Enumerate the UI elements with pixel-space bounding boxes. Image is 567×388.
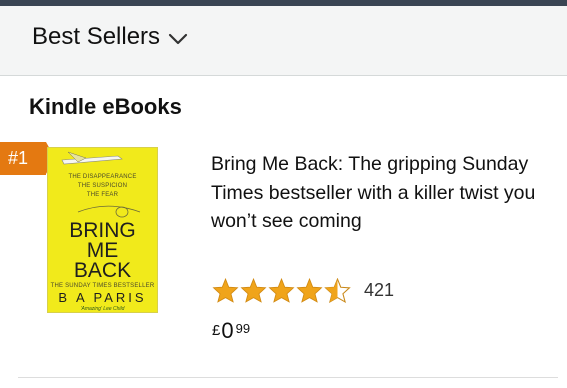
book-title-link[interactable]: Bring Me Back: The gripping Sunday Times… bbox=[211, 150, 541, 236]
cover-tagline: THE DISAPPEARANCE bbox=[68, 174, 137, 180]
divider bbox=[18, 377, 558, 378]
cover-tagline: THE FEAR bbox=[86, 192, 119, 198]
rank-label: #1 bbox=[8, 148, 29, 168]
cover-title-word: BACK bbox=[73, 259, 132, 282]
star-full-icon bbox=[240, 278, 267, 303]
star-full-icon bbox=[296, 278, 323, 303]
chevron-down-icon bbox=[168, 33, 188, 45]
page-header: Best Sellers bbox=[0, 6, 567, 76]
star-rating[interactable]: 421 bbox=[212, 278, 394, 303]
cover-tagline: THE SUSPICION bbox=[77, 183, 128, 189]
header-title: Best Sellers bbox=[32, 23, 161, 50]
price-whole: 0 bbox=[221, 318, 234, 343]
cover-quote: 'Amazing' Lee Child bbox=[80, 306, 125, 312]
category-title: Kindle eBooks bbox=[29, 94, 182, 119]
star-full-icon bbox=[268, 278, 295, 303]
cover-title-word: ME bbox=[86, 239, 119, 262]
star-full-icon bbox=[212, 278, 239, 303]
best-sellers-dropdown[interactable]: Best Sellers bbox=[32, 23, 188, 51]
price: £ 0 99 bbox=[212, 318, 250, 344]
price-fraction: 99 bbox=[235, 321, 251, 336]
rank-badge: #1 bbox=[0, 142, 55, 175]
book-cover[interactable]: THE DISAPPEARANCE THE SUSPICION THE FEAR… bbox=[47, 147, 158, 313]
star-half-icon bbox=[324, 278, 351, 303]
cover-author: B A PARIS bbox=[58, 290, 147, 305]
rating-count[interactable]: 421 bbox=[364, 280, 394, 301]
cover-title-word: BRING bbox=[69, 219, 136, 242]
price-currency: £ bbox=[212, 322, 221, 339]
cover-bestseller-text: THE SUNDAY TIMES BESTSELLER bbox=[50, 283, 155, 289]
